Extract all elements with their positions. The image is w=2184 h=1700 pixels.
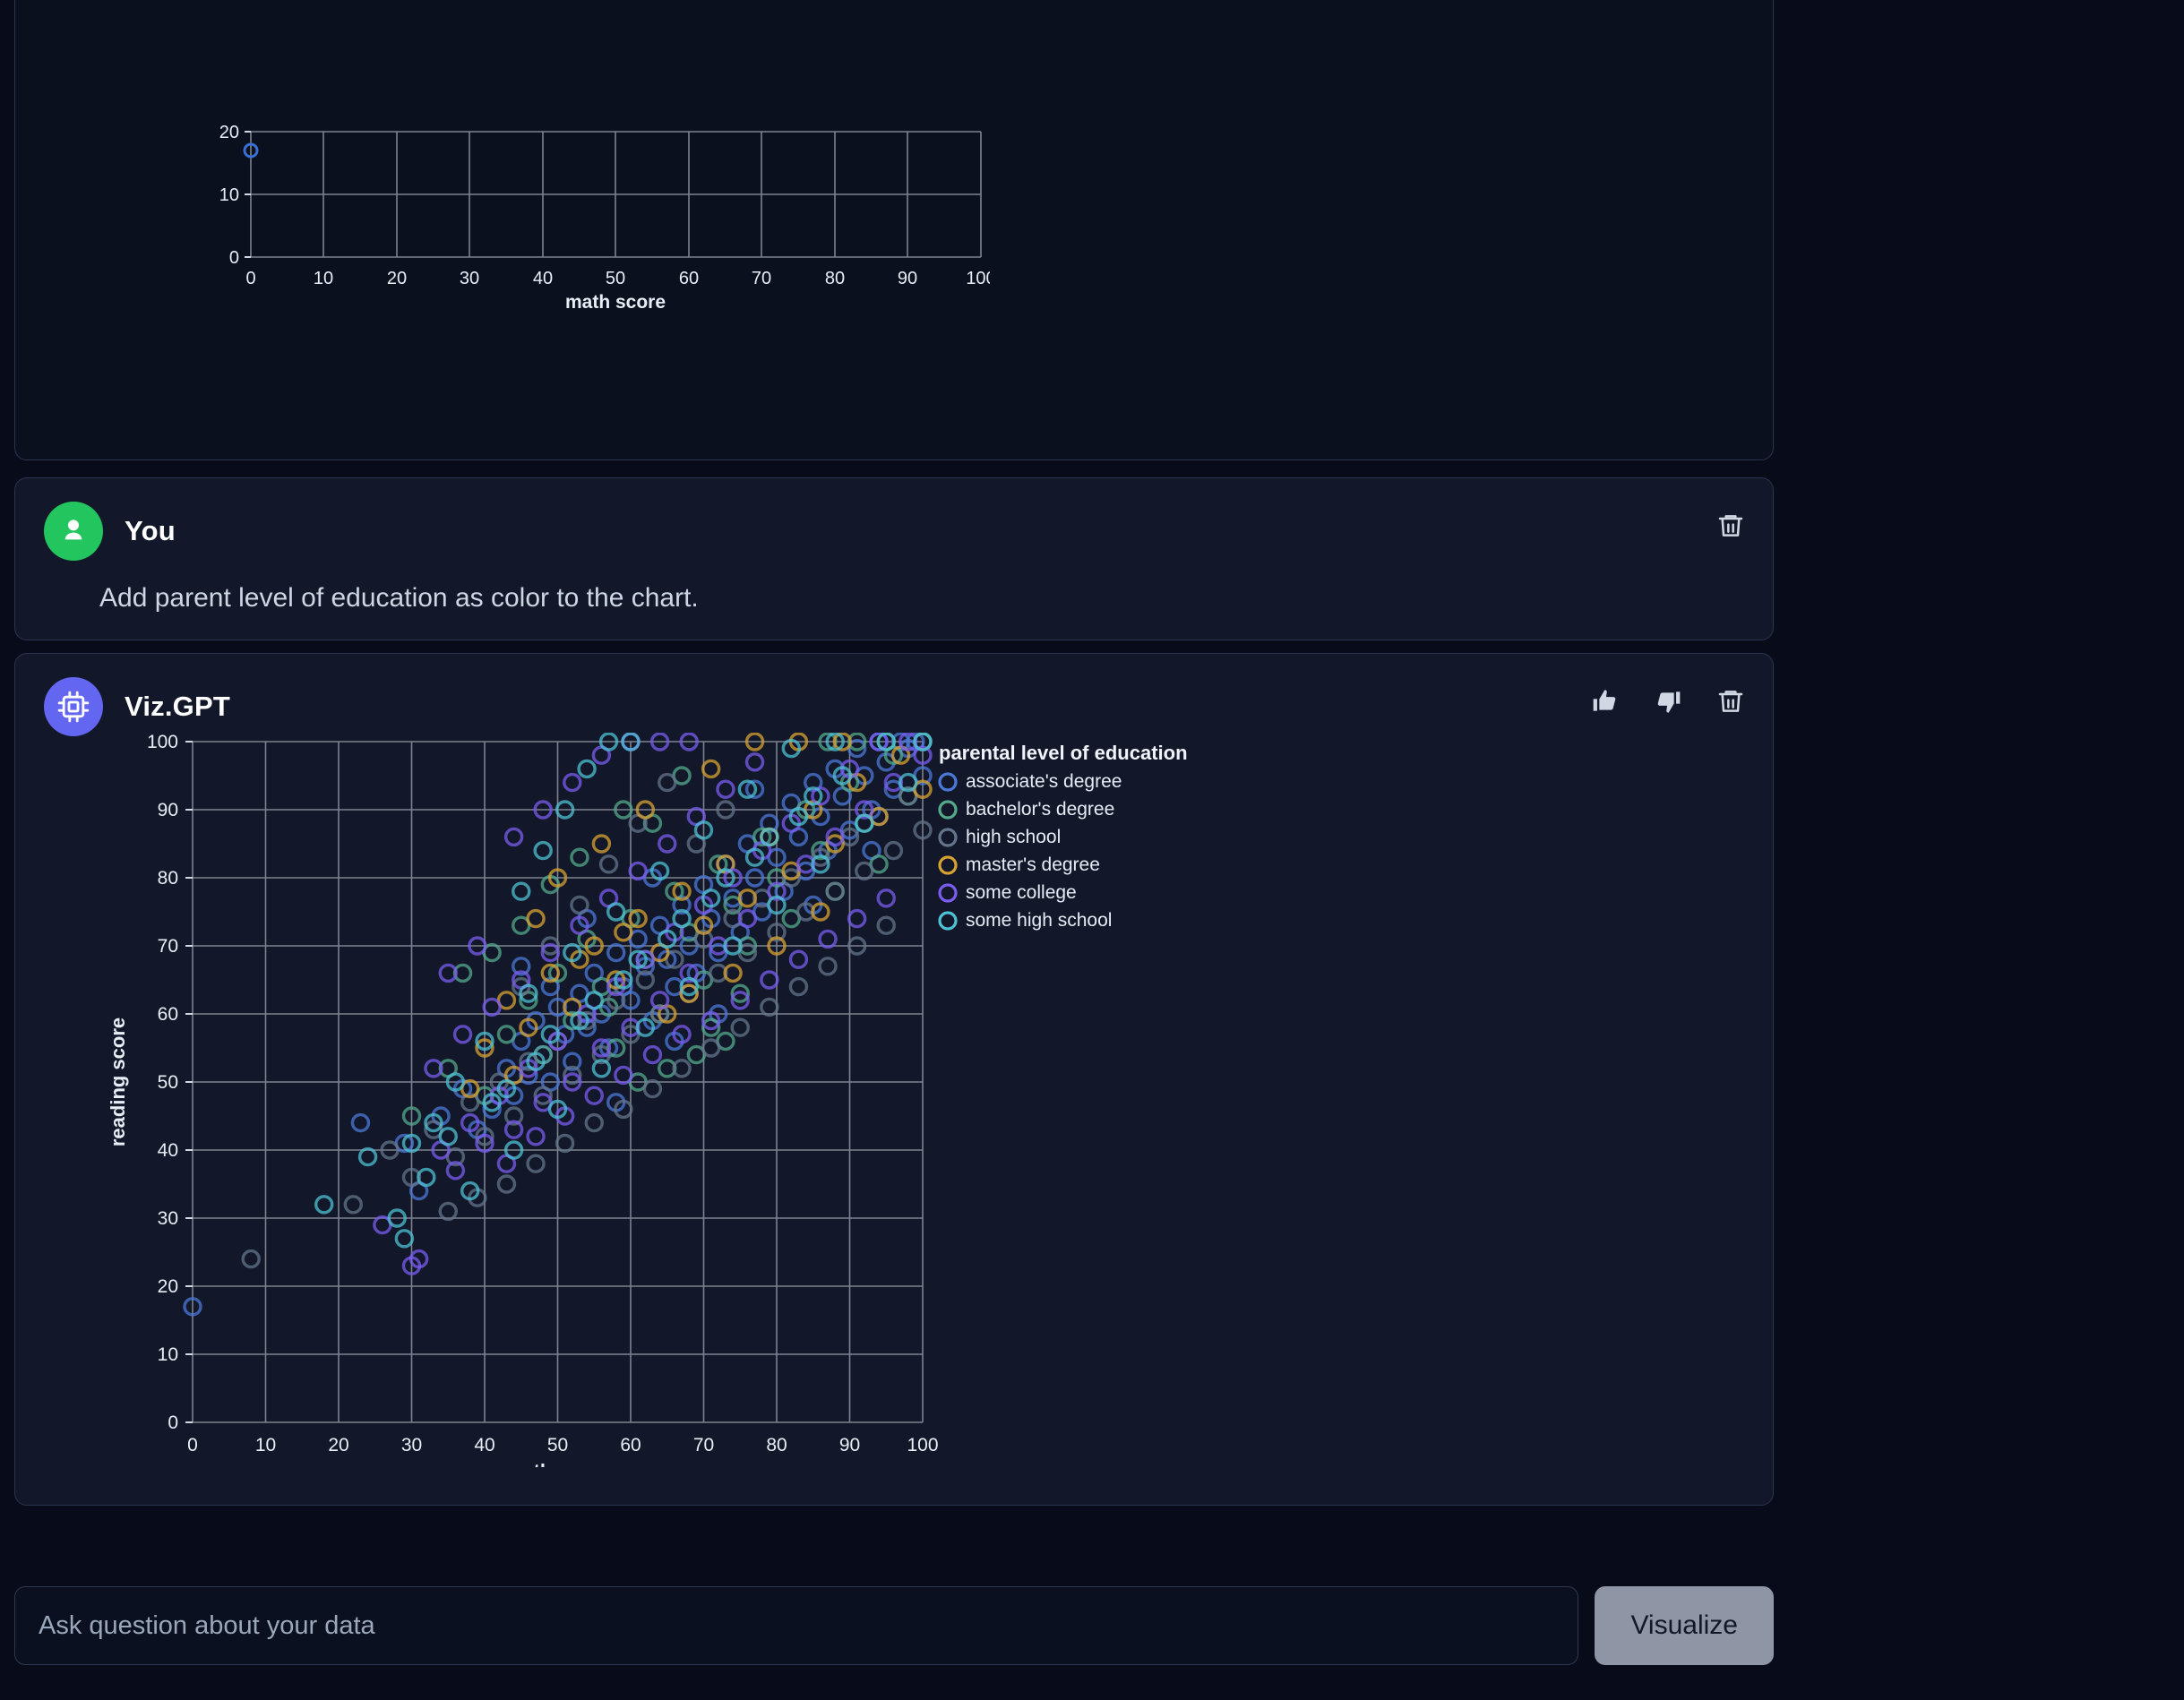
message-card-previous-bot: 20 10 0 0 10 20 30 40 50 60 70 80 90 100 math… [14, 0, 1774, 460]
svg-text:10: 10 [158, 1344, 178, 1365]
trash-icon[interactable] [1715, 686, 1746, 717]
svg-text:40: 40 [474, 1435, 494, 1455]
svg-text:10: 10 [219, 185, 239, 205]
chart-legend-item: bachelor's degree [966, 799, 1114, 820]
svg-text:70: 70 [752, 269, 771, 288]
svg-text:50: 50 [547, 1435, 568, 1455]
svg-text:30: 30 [460, 269, 479, 288]
svg-text:0: 0 [245, 269, 255, 288]
chart-legend-item: master's degree [966, 854, 1100, 875]
user-message-text: Add parent level of education as color t… [99, 583, 699, 613]
app-root: students.csv Chat Data Settings [0, 0, 2184, 1700]
message-card-user: You Add parent level of education as col… [14, 477, 1774, 640]
message-card-bot: Viz.GPT 0 10 20 30 40 50 60 70 80 90 100… [14, 653, 1774, 1506]
svg-text:50: 50 [158, 1072, 178, 1093]
thumbs-up-icon[interactable] [1590, 686, 1621, 717]
trash-icon[interactable] [1715, 511, 1746, 541]
svg-text:70: 70 [693, 1435, 714, 1455]
svg-text:90: 90 [898, 269, 917, 288]
chart-legend: parental level of education associate's d… [938, 742, 1188, 931]
user-message-header: You [15, 478, 1773, 561]
svg-text:30: 30 [158, 1208, 178, 1229]
svg-text:20: 20 [158, 1276, 178, 1297]
chart-legend-title: parental level of education [939, 742, 1188, 764]
cpu-chip-icon [44, 677, 103, 736]
composer: Visualize [14, 1586, 1774, 1665]
chart-legend-item: some college [966, 882, 1077, 903]
search-input[interactable] [14, 1586, 1579, 1665]
user-sender-name: You [125, 515, 176, 546]
chart-main-svg: 0 10 20 30 40 50 60 70 80 90 100 0 10 20 30 40 50 60 70 80 9… [107, 733, 1188, 1467]
svg-text:80: 80 [825, 269, 845, 288]
thumbs-down-icon[interactable] [1653, 686, 1683, 717]
user-avatar-icon [44, 502, 103, 561]
visualize-button[interactable]: Visualize [1595, 1586, 1774, 1665]
svg-text:80: 80 [766, 1435, 787, 1455]
svg-text:20: 20 [219, 123, 239, 142]
chart-main: 0 10 20 30 40 50 60 70 80 90 100 0 10 20 30 40 50 60 70 80 9… [94, 733, 1312, 1467]
chart-legend-item: some high school [966, 910, 1112, 931]
svg-text:0: 0 [229, 248, 239, 268]
user-message-actions [1715, 511, 1746, 541]
svg-text:60: 60 [679, 269, 699, 288]
chart-previous-xlabel: math score [565, 292, 666, 311]
svg-text:100: 100 [147, 733, 178, 752]
svg-text:80: 80 [158, 868, 178, 889]
svg-text:40: 40 [533, 269, 553, 288]
svg-text:40: 40 [158, 1140, 178, 1161]
bot-sender-name: Viz.GPT [125, 691, 230, 722]
chart-legend-item: associate's degree [966, 771, 1122, 792]
svg-text:10: 10 [255, 1435, 276, 1455]
chart-legend-item: high school [966, 827, 1061, 847]
svg-text:70: 70 [158, 936, 178, 957]
svg-text:100: 100 [907, 1435, 938, 1455]
svg-text:0: 0 [168, 1412, 178, 1433]
bot-message-header: Viz.GPT [15, 654, 1773, 736]
svg-text:90: 90 [839, 1435, 860, 1455]
svg-text:90: 90 [158, 800, 178, 820]
svg-text:30: 30 [401, 1435, 422, 1455]
chart-main-ylabel: reading score [107, 1017, 129, 1146]
chart-previous-clipped: 20 10 0 0 10 20 30 40 50 60 70 80 90 100 math… [94, 123, 990, 311]
svg-text:20: 20 [387, 269, 407, 288]
svg-text:0: 0 [187, 1435, 198, 1455]
chart-main-xlabel: math score [505, 1460, 610, 1467]
svg-text:60: 60 [620, 1435, 641, 1455]
chart-previous-svg: 20 10 0 0 10 20 30 40 50 60 70 80 90 100 math… [219, 123, 990, 311]
bot-message-actions [1590, 686, 1746, 717]
svg-text:60: 60 [158, 1004, 178, 1025]
svg-text:20: 20 [328, 1435, 348, 1455]
svg-text:100: 100 [966, 269, 990, 288]
svg-text:10: 10 [314, 269, 333, 288]
svg-text:50: 50 [606, 269, 625, 288]
